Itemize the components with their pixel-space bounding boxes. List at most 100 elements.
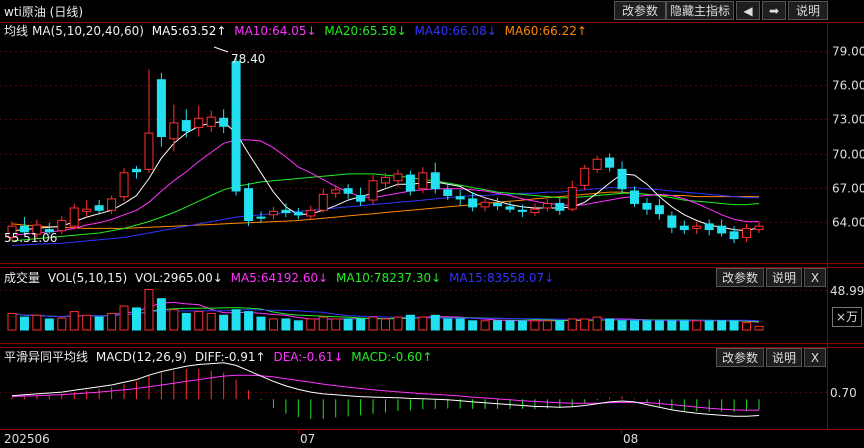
candle bbox=[679, 225, 689, 231]
volume-bar bbox=[493, 320, 503, 331]
ma5-value: MA5:63.52↑ bbox=[151, 24, 227, 38]
macd-close-icon[interactable]: X bbox=[804, 348, 826, 367]
volume-bar bbox=[418, 316, 428, 331]
ma40-line bbox=[11, 187, 759, 246]
chart-canvas: 78.40 55.51.06 79.00 76.00 73.00 70.00 67.00… bbox=[0, 22, 864, 446]
x-label-202506: 202506 bbox=[4, 432, 50, 446]
volume-bar bbox=[381, 318, 390, 331]
volume-bar bbox=[468, 320, 478, 331]
low-price-label: 55.51.06 bbox=[4, 231, 57, 245]
candle bbox=[318, 193, 328, 211]
candle bbox=[69, 207, 79, 227]
volume-bar bbox=[679, 320, 689, 331]
volume-bar bbox=[256, 316, 266, 331]
candle bbox=[517, 209, 527, 212]
candle bbox=[405, 174, 415, 192]
volume-help-button[interactable]: 说明 bbox=[766, 268, 802, 287]
volume-bar bbox=[455, 318, 465, 331]
candle bbox=[156, 79, 166, 137]
candle bbox=[742, 227, 752, 239]
volume-bar bbox=[729, 320, 739, 331]
volume-bar bbox=[44, 318, 54, 331]
candle bbox=[443, 189, 453, 197]
volume-bar bbox=[555, 320, 565, 331]
candle bbox=[293, 212, 303, 216]
volume-bar bbox=[505, 320, 515, 331]
candle bbox=[692, 225, 702, 229]
candle bbox=[19, 225, 29, 233]
volume-bar bbox=[293, 320, 303, 331]
volume-bar bbox=[206, 312, 216, 331]
volume-bar bbox=[7, 312, 17, 331]
volume-params-button[interactable]: 改参数 bbox=[716, 268, 764, 287]
candle bbox=[617, 168, 627, 190]
candle bbox=[268, 210, 278, 216]
volume-bar bbox=[517, 320, 527, 331]
volume-bar bbox=[119, 305, 129, 331]
volume-bar bbox=[343, 318, 353, 331]
volume-legend-name: 成交量 bbox=[4, 271, 41, 285]
volume-bar bbox=[219, 314, 229, 331]
candle bbox=[381, 176, 390, 184]
volume-bar bbox=[181, 312, 191, 331]
volume-bar bbox=[318, 316, 328, 331]
volume-bar bbox=[393, 316, 403, 331]
hide-main-indicator-button[interactable]: 隐藏主指标 bbox=[666, 1, 734, 20]
candle bbox=[82, 208, 92, 212]
candle bbox=[717, 225, 727, 234]
candle bbox=[32, 224, 42, 235]
candle bbox=[418, 172, 428, 190]
candle bbox=[244, 188, 254, 221]
candle bbox=[555, 202, 565, 211]
diff-value: DIFF:-0.91↑ bbox=[194, 350, 266, 364]
volume-bar bbox=[331, 318, 341, 331]
top-toolbar: wti原油 (日线) 改参数 隐藏主指标 ◀ ➡ 说明 bbox=[0, 0, 864, 22]
candle bbox=[256, 216, 266, 219]
candle bbox=[206, 116, 216, 127]
volume-bar bbox=[742, 322, 752, 331]
volume-bar bbox=[567, 318, 577, 331]
volume-bar bbox=[605, 318, 615, 331]
y-tick-label: 73.00 bbox=[832, 113, 864, 127]
macd-params-button[interactable]: 改参数 bbox=[716, 348, 764, 367]
back-arrow-icon[interactable]: ◀ bbox=[736, 1, 760, 20]
volume-bar bbox=[368, 316, 378, 331]
candle bbox=[567, 187, 577, 210]
macd-legend: 平滑异同平均线 MACD(12,26,9) DIFF:-0.91↑ DEA:-0… bbox=[4, 348, 436, 365]
macd-legend-config: MACD(12,26,9) bbox=[95, 350, 187, 364]
y-tick-label: 76.00 bbox=[832, 79, 864, 93]
dea-value: DEA:-0.61↓ bbox=[273, 350, 344, 364]
volume-bar bbox=[82, 314, 92, 331]
candle bbox=[57, 219, 67, 232]
candle bbox=[44, 229, 54, 233]
ma-legend: 均线 MA(5,10,20,40,60) MA5:63.52↑ MA10:64.0… bbox=[4, 22, 591, 39]
candle bbox=[219, 117, 229, 127]
x-label-08: 08 bbox=[623, 432, 638, 446]
volume-bar bbox=[617, 320, 627, 331]
macd-help-button[interactable]: 说明 bbox=[766, 348, 802, 367]
candle bbox=[530, 208, 540, 214]
macd-legend-name: 平滑异同平均线 bbox=[4, 350, 89, 364]
candle bbox=[754, 225, 764, 231]
volume-ma-line bbox=[11, 301, 760, 323]
y-tick-label: 70.00 bbox=[832, 148, 864, 162]
change-params-button[interactable]: 改参数 bbox=[614, 1, 666, 20]
candle bbox=[169, 122, 179, 140]
help-button[interactable]: 说明 bbox=[788, 1, 828, 20]
candle bbox=[468, 198, 478, 208]
candle bbox=[368, 180, 378, 201]
ma40-value: MA40:66.08↓ bbox=[414, 24, 497, 38]
volume-close-icon[interactable]: X bbox=[804, 268, 826, 287]
candle bbox=[181, 120, 191, 132]
volume-bar bbox=[667, 320, 677, 331]
candle bbox=[94, 205, 104, 211]
forward-arrow-icon[interactable]: ➡ bbox=[762, 1, 786, 20]
y-tick-label: 79.00 bbox=[832, 45, 864, 59]
candle bbox=[144, 132, 154, 170]
volume-bar bbox=[281, 318, 291, 331]
y-tick-label: 67.00 bbox=[832, 182, 864, 196]
volume-ma-line bbox=[11, 307, 760, 322]
macd-y-tick: 0.70 bbox=[830, 386, 857, 400]
candle bbox=[592, 158, 602, 170]
candle bbox=[493, 202, 503, 207]
